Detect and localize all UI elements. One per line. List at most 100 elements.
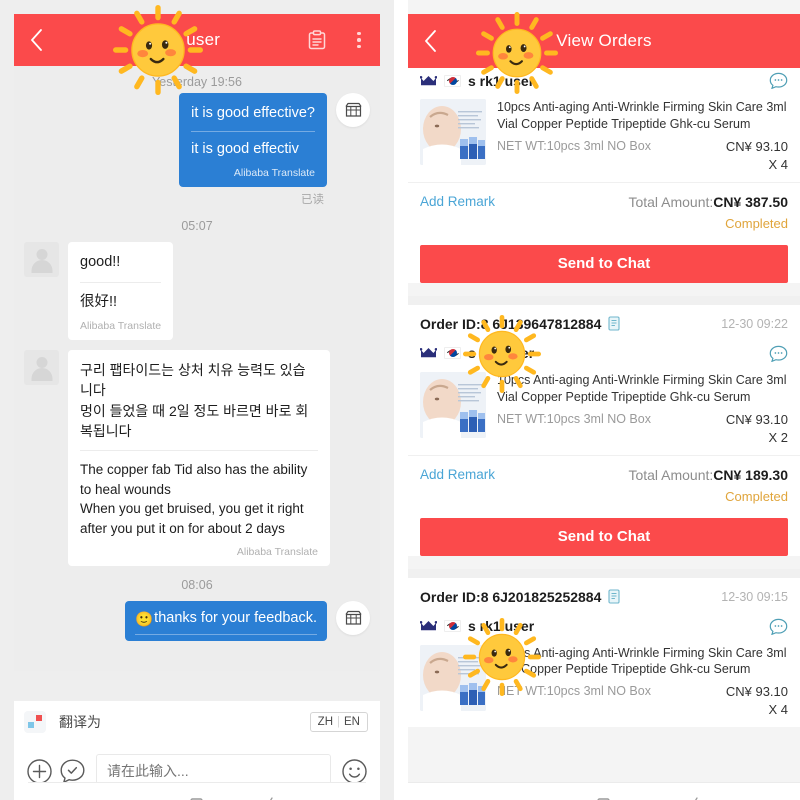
storefront-icon[interactable] [336, 93, 370, 127]
order-product-info: 10pcs Anti-aging Anti-Wrinkle Firming Sk… [497, 645, 788, 718]
korea-flag-icon [444, 347, 461, 360]
card-separator [408, 568, 800, 578]
product-quantity: X 4 [768, 702, 788, 718]
quick-reply-check-icon[interactable] [59, 758, 86, 785]
add-remark-button[interactable]: Add Remark [420, 194, 495, 209]
status-badge: Completed [725, 488, 788, 504]
orders-list[interactable]: s rk1 user 10pcs Anti-aging Anti-Wrinkle… [408, 68, 800, 800]
crown-icon [420, 75, 437, 87]
chat-bubble-icon[interactable] [769, 72, 788, 89]
total-amount-label: Total Amount: [628, 466, 714, 483]
chat-composer: 翻译为 ZH | EN [14, 700, 380, 800]
android-home-icon[interactable] [188, 794, 205, 800]
order-id-value: 8 6J139647812884 [480, 315, 602, 332]
chat-bubble-icon[interactable] [769, 618, 788, 635]
message-translated-text: The copper fab Tid also has the ability … [80, 462, 308, 536]
message-bubble[interactable]: it is good effective? it is good effecti… [179, 93, 327, 188]
product-unit-price: CN¥ 93.10 [725, 138, 788, 154]
message-bubble[interactable]: good!! 很好!! Alibaba Translate [68, 242, 174, 341]
copy-document-icon[interactable] [608, 316, 622, 332]
product-spec: NET WT:10pcs 3ml NO Box [497, 411, 651, 426]
android-back-icon[interactable] [261, 794, 278, 800]
language-toggle[interactable]: ZH | EN [309, 711, 368, 732]
chat-timestamp: 05:07 [181, 219, 213, 234]
product-price-block: CN¥ 93.10 X 4 [726, 139, 788, 172]
message-bubble[interactable]: 🙂thanks for your feedback. [125, 600, 327, 641]
overflow-menu-icon[interactable] [338, 31, 380, 49]
order-seller-name: s rk1 user [468, 345, 535, 362]
order-seller-row[interactable]: s rk1 user [408, 68, 800, 97]
send-to-chat-button[interactable]: Send to Chat [420, 244, 788, 283]
android-home-icon[interactable] [595, 794, 612, 800]
chat-back-button[interactable] [14, 14, 58, 66]
chat-panel: s ark1 user Yesterday 19:56 it is good e… [0, 0, 394, 800]
total-amount-value: CN¥ 189.30 [713, 466, 788, 483]
order-date: 12-30 09:15 [721, 589, 788, 604]
add-remark-button[interactable]: Add Remark [420, 467, 495, 482]
android-recents-icon[interactable] [116, 794, 133, 800]
message-text-input[interactable] [107, 763, 320, 779]
chat-header-actions [296, 30, 380, 50]
android-recents-icon[interactable] [505, 794, 522, 800]
product-title: 10pcs Anti-aging Anti-Wrinkle Firming Sk… [497, 645, 787, 677]
chat-timestamp: 08:06 [181, 577, 213, 592]
order-product-row[interactable]: 10pcs Anti-aging Anti-Wrinkle Firming Sk… [408, 370, 800, 455]
order-seller-row[interactable]: s rk1 user [408, 614, 800, 643]
order-product-row[interactable]: 10pcs Anti-aging Anti-Wrinkle Firming Sk… [408, 643, 800, 728]
avatar [24, 350, 59, 386]
smiley-face-icon[interactable] [341, 758, 368, 785]
product-price-block: CN¥ 93.10 X 4 [726, 684, 788, 717]
translate-credit: Alibaba Translate [233, 167, 315, 180]
chat-message-list[interactable]: Yesterday 19:56 it is good effective? it… [14, 66, 380, 671]
order-id-label: Order ID: [420, 588, 481, 605]
translate-credit: Alibaba Translate [80, 320, 162, 333]
product-quantity: X 4 [768, 156, 788, 172]
copy-document-icon[interactable] [608, 588, 622, 605]
crown-icon [420, 347, 437, 359]
product-thumbnail [420, 371, 486, 438]
message-original-text: good!! [80, 252, 162, 284]
orders-panel: View Orders s rk1 user 10pcs Anti-aging … [408, 0, 800, 800]
message-translated-text: 很好!! [80, 294, 118, 311]
order-seller-row[interactable]: s rk1 user [408, 341, 800, 370]
chat-bubble-icon[interactable] [769, 345, 788, 362]
order-product-row[interactable]: 10pcs Anti-aging Anti-Wrinkle Firming Sk… [408, 97, 800, 182]
product-spec: NET WT:10pcs 3ml NO Box [497, 684, 651, 699]
storefront-icon[interactable] [336, 600, 370, 635]
orders-back-button[interactable] [408, 14, 452, 68]
chat-message-incoming: 구리 팹타이드는 상처 치유 능력도 있습니다 멍이 들었을 때 2일 정도 바… [14, 350, 380, 566]
product-thumbnail [420, 99, 486, 165]
product-thumbnail [420, 644, 486, 711]
order-product-info: 10pcs Anti-aging Anti-Wrinkle Firming Sk… [497, 99, 788, 172]
send-to-chat-button[interactable]: Send to Chat [420, 517, 788, 556]
korea-flag-icon [444, 620, 461, 632]
product-meta: NET WT:10pcs 3ml NO Box CN¥ 93.10 X 4 [497, 684, 788, 717]
translate-logo-icon [24, 710, 46, 733]
clipboard-orders-icon[interactable] [296, 30, 338, 50]
message-original-text: it is good effective? [191, 103, 315, 133]
card-separator [408, 295, 800, 305]
translate-bar: 翻译为 ZH | EN [14, 700, 380, 742]
translate-credit: Alibaba Translate [236, 545, 318, 558]
orders-title: View Orders [556, 31, 652, 50]
product-price-block: CN¥ 93.10 X 2 [726, 412, 788, 445]
order-amount-block: Add Remark Total Amount:CN¥ 387.50 Compl… [408, 181, 800, 239]
smiley-emoji: 🙂 [135, 611, 154, 628]
order-card: Order ID:8 6J201825252884 12-30 09:15 s … [408, 577, 800, 728]
product-meta: NET WT:10pcs 3ml NO Box CN¥ 93.10 X 2 [497, 412, 788, 445]
target-language: EN [344, 715, 360, 728]
product-meta: NET WT:10pcs 3ml NO Box CN¥ 93.10 X 4 [497, 139, 788, 172]
plus-circle-icon[interactable] [26, 758, 53, 785]
chat-message-incoming: good!! 很好!! Alibaba Translate [14, 242, 380, 341]
message-bubble[interactable]: 구리 팹타이드는 상처 치유 능력도 있습니다 멍이 들었을 때 2일 정도 바… [68, 350, 330, 566]
order-total-block: Total Amount:CN¥ 387.50 Completed [628, 194, 788, 231]
order-id-row: Order ID:8 6J201825252884 12-30 09:15 [408, 577, 800, 614]
product-unit-price: CN¥ 93.10 [725, 684, 788, 700]
order-seller-name: s rk1 user [468, 72, 535, 89]
order-seller-name: s rk1 user [468, 618, 535, 634]
android-back-icon[interactable] [686, 794, 703, 800]
read-receipt: 已读 [301, 194, 324, 207]
source-language: ZH [317, 715, 334, 728]
crown-icon [420, 620, 437, 632]
order-card: s rk1 user 10pcs Anti-aging Anti-Wrinkle… [408, 68, 800, 283]
